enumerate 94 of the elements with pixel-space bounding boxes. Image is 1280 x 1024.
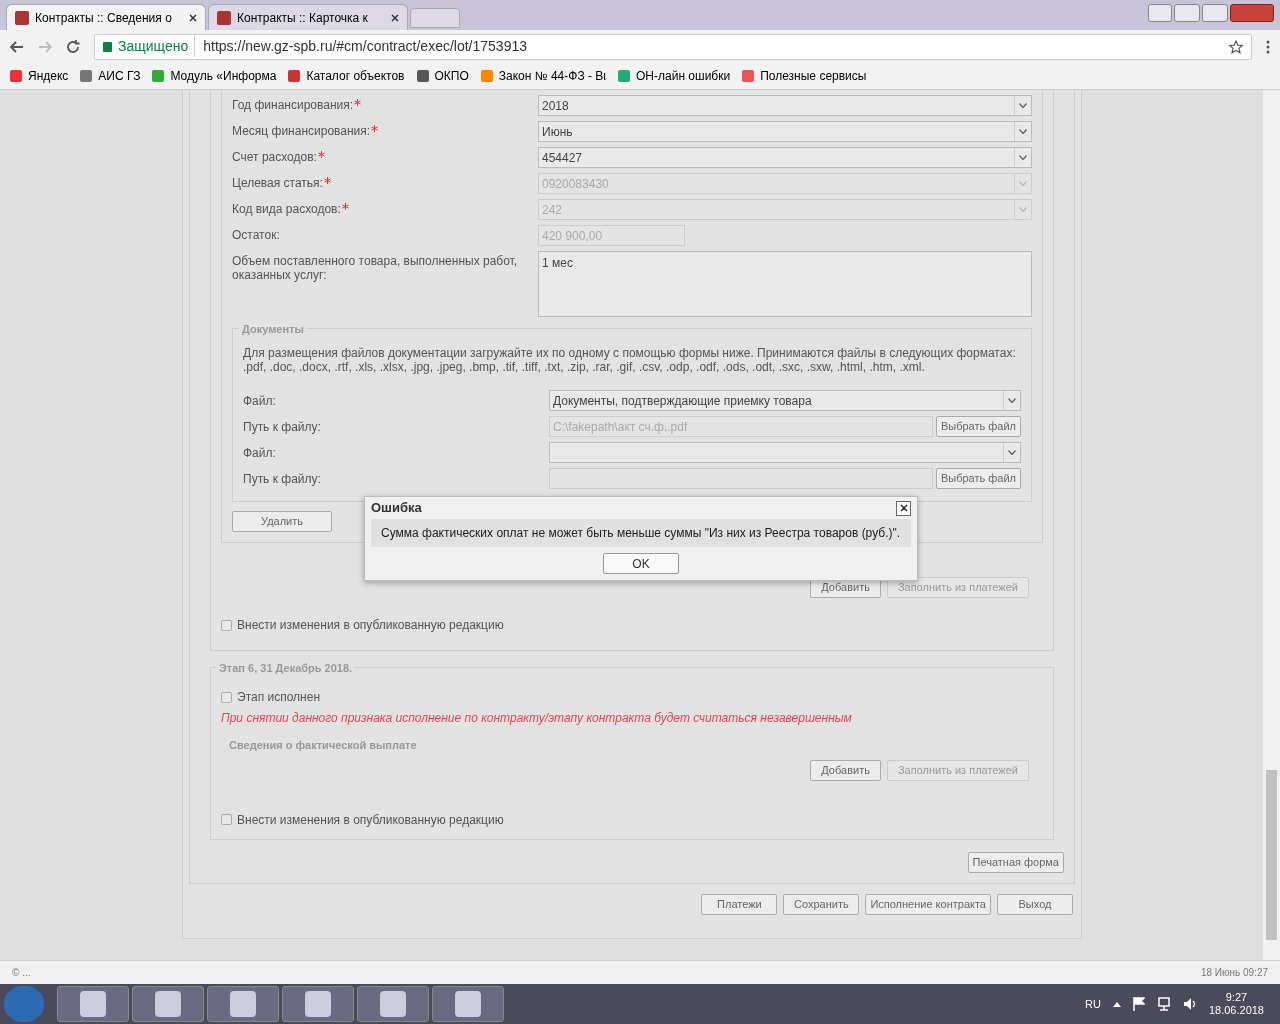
field-label: Файл: xyxy=(243,392,277,410)
star-icon[interactable] xyxy=(1229,39,1243,54)
clock-date[interactable]: 18.06.2018 xyxy=(1208,1004,1264,1017)
dropdown[interactable]: 2018 xyxy=(538,95,1032,116)
dropdown[interactable]: Июнь xyxy=(538,121,1032,142)
maximize-button[interactable] xyxy=(1202,4,1228,22)
button[interactable]: Выбрать файл xyxy=(935,468,1021,489)
browser-tab[interactable]: Контракты :: Карточка к xyxy=(208,4,408,30)
instructions-text: Для размещения файлов документации загружайте их по одному с помощью формы ниже. Принимаются файлы в следующих форматах: .pdf, .doc, .docx, .rtf, .xls, .xlsx, .jpg, .jpeg, .bmp, .tif, .tiff, .txt, .zip, .rar, .gif, .csv, .odp, .odf, .ods, .odt, .sxc, .sxw, .html, .htm, .xml. xyxy=(243,346,1017,374)
close-button[interactable] xyxy=(896,500,911,516)
checkbox[interactable] xyxy=(221,814,232,825)
required-icon xyxy=(323,177,331,184)
back-arrow-icon[interactable] xyxy=(10,40,24,53)
button[interactable]: Выход xyxy=(997,893,1073,915)
checkbox-label: Внести изменения в опубликованную редакцию xyxy=(237,811,504,829)
caret-icon[interactable] xyxy=(1008,398,1016,403)
bookmark-link[interactable]: Яндекс xyxy=(10,67,69,85)
speaker-icon[interactable] xyxy=(1182,997,1197,1011)
required-icon xyxy=(354,99,362,106)
taskbar-button[interactable] xyxy=(57,986,129,1022)
bookmark-link[interactable]: Каталог объектов xyxy=(288,67,405,85)
reload-icon[interactable] xyxy=(66,39,80,54)
button[interactable]: Исполнение контракта xyxy=(865,893,991,915)
close-icon xyxy=(899,504,908,512)
button[interactable]: Печатная форма xyxy=(967,851,1064,873)
dropdown[interactable]: 454427 xyxy=(538,147,1032,168)
taskbar-button[interactable] xyxy=(432,986,504,1022)
input-field[interactable] xyxy=(549,468,933,489)
taskbar-button[interactable] xyxy=(282,986,354,1022)
scrollbar[interactable] xyxy=(1263,90,1280,960)
section-legend: Этап 6, 31 Декабрь 2018. xyxy=(217,660,355,677)
required-icon xyxy=(317,151,325,158)
taskbar-button[interactable] xyxy=(132,986,204,1022)
close-window-button[interactable] xyxy=(1230,4,1274,22)
warning-text: При снятии данного признака исполнение по контракту/этапу контракта будет считаться незавершенным xyxy=(221,710,853,727)
error-message: Сумма фактических оплат не может быть меньше суммы "Из них из Реестра товаров (руб.)". xyxy=(371,519,911,547)
field-label: Год финансирования: xyxy=(232,98,354,112)
caret-icon[interactable] xyxy=(1019,103,1027,108)
tray-arrow-icon[interactable] xyxy=(1112,1001,1121,1007)
checkbox-label: Этап исполнен xyxy=(237,689,321,706)
caret-icon[interactable] xyxy=(1008,450,1016,455)
input-field[interactable]: 1 мес xyxy=(538,251,1032,317)
button[interactable]: Сохранить xyxy=(783,893,860,915)
caret-icon[interactable] xyxy=(1019,155,1027,160)
bookmark-link[interactable]: Закон № 44-ФЗ - Вι xyxy=(480,67,606,85)
field-label: Код вида расходов: xyxy=(232,202,341,216)
checkbox[interactable] xyxy=(221,691,232,703)
required-icon xyxy=(371,125,379,132)
start-button[interactable] xyxy=(4,986,44,1022)
subsection-heading: Сведения о фактической выплате xyxy=(229,738,418,753)
button[interactable]: Добавить xyxy=(810,759,881,781)
button[interactable]: Выбрать файл xyxy=(935,416,1021,437)
timestamp-text: 18 Июнь 09:27 xyxy=(1200,966,1268,980)
menu-icon[interactable] xyxy=(1266,39,1270,54)
network-icon[interactable] xyxy=(1156,997,1171,1011)
bookmark-link[interactable]: АИС ГЗ xyxy=(80,67,141,85)
checkbox-label: Внести изменения в опубликованную редакцию xyxy=(237,617,504,634)
close-icon[interactable] xyxy=(391,13,399,22)
caret-icon[interactable] xyxy=(1019,129,1027,134)
checkbox[interactable] xyxy=(221,619,232,631)
bookmark-link[interactable]: ОН-лайн ошибки xyxy=(618,67,731,85)
field-label: Путь к файлу: xyxy=(243,418,322,436)
field-label: Целевая статья: xyxy=(232,176,323,190)
browser-tab[interactable]: Контракты :: Сведения о xyxy=(6,4,206,30)
button[interactable]: Платежи xyxy=(701,893,778,915)
required-icon xyxy=(341,203,349,210)
forward-arrow-icon[interactable] xyxy=(38,40,52,53)
profile-button[interactable] xyxy=(1148,4,1172,22)
address-bar[interactable]: Защищено https://new.gz-spb.ru/#cm/contract/exec/lot/1753913 xyxy=(94,33,1252,60)
bookmark-link[interactable]: Модуль «Информа xyxy=(152,67,277,85)
tab-favicon-icon xyxy=(217,10,231,25)
field-label: Файл: xyxy=(243,444,277,462)
button[interactable]: Удалить xyxy=(232,511,332,532)
security-label: Защищено xyxy=(118,37,189,56)
url-text: https://new.gz-spb.ru/#cm/contract/exec/lot/1753913 xyxy=(194,36,527,57)
dialog-title: Ошибка xyxy=(371,499,422,518)
minimize-button[interactable] xyxy=(1174,4,1200,22)
tab-favicon-icon xyxy=(15,10,29,25)
field-label: Остаток: xyxy=(232,228,280,242)
bookmark-link[interactable]: Полезные сервисы xyxy=(742,67,867,85)
flag-icon[interactable] xyxy=(1132,997,1145,1011)
field-label: Путь к файлу: xyxy=(243,470,322,488)
taskbar-button[interactable] xyxy=(357,986,429,1022)
clock-time[interactable]: 9:27 xyxy=(1225,991,1248,1004)
field-label: Месяц финансирования: xyxy=(232,124,371,138)
taskbar-button[interactable] xyxy=(207,986,279,1022)
copyright-text: © ... xyxy=(12,966,31,980)
bookmark-link[interactable]: ОКПО xyxy=(416,67,469,85)
close-icon[interactable] xyxy=(189,13,197,22)
ok-button[interactable]: OK xyxy=(603,553,679,574)
field-label: Счет расходов: xyxy=(232,150,317,164)
language-indicator[interactable]: RU xyxy=(1085,995,1101,1013)
field-label: Объем поставленного товара, выполненных работ, оказанных услуг: xyxy=(232,254,519,282)
dropdown[interactable]: Документы, подтверждающие приемку товара xyxy=(549,390,1021,411)
